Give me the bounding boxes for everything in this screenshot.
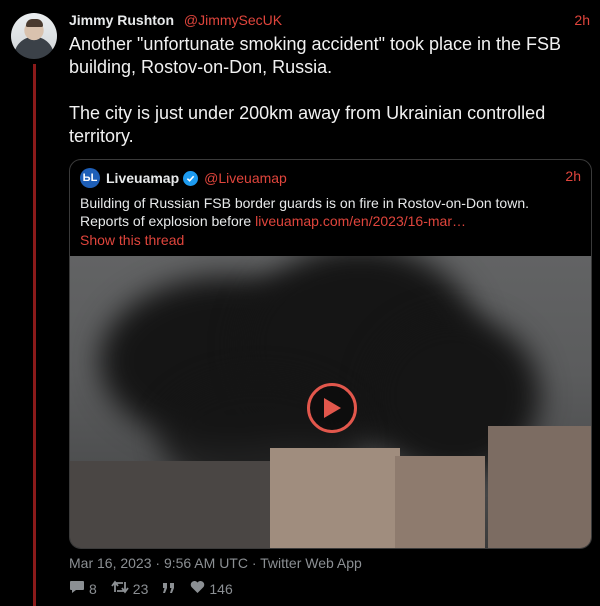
verified-badge-icon <box>183 170 199 186</box>
quote-button[interactable] <box>162 581 176 597</box>
quote-icon <box>162 581 176 597</box>
like-button[interactable]: 146 <box>190 580 233 597</box>
tweet-meta: Mar 16, 2023 · 9:56 AM UTC · Twitter Web… <box>69 555 362 571</box>
reply-icon <box>69 580 85 597</box>
video-thumbnail[interactable] <box>70 256 591 548</box>
author-handle[interactable]: @JimmySecUK <box>184 12 282 28</box>
like-count: 146 <box>209 580 233 597</box>
avatar[interactable] <box>11 13 57 59</box>
author-name[interactable]: Jimmy Rushton <box>69 12 174 28</box>
retweet-count: 23 <box>132 580 149 597</box>
thread-line <box>33 64 36 606</box>
quoted-text: Building of Russian FSB border guards is… <box>80 194 581 230</box>
tweet-header: Jimmy Rushton @JimmySecUK 2h <box>69 12 590 32</box>
quoted-author-name[interactable]: Liveuamap <box>106 170 179 186</box>
play-icon[interactable] <box>307 383 357 433</box>
retweet-icon <box>111 580 129 597</box>
show-thread-link[interactable]: Show this thread <box>80 232 184 248</box>
reply-count: 8 <box>89 580 97 597</box>
liveuamap-logo-icon: ЬL <box>80 168 100 188</box>
heart-icon <box>190 580 205 597</box>
quoted-link[interactable]: liveuamap.com/en/2023/16-mar… <box>255 213 466 229</box>
reply-button[interactable]: 8 <box>69 580 97 597</box>
quoted-time[interactable]: 2h <box>565 168 581 184</box>
retweet-button[interactable]: 23 <box>111 580 149 597</box>
tweet-time[interactable]: 2h <box>574 12 590 28</box>
quoted-tweet[interactable]: ЬL Liveuamap @Liveuamap 2h Building of R… <box>69 159 592 549</box>
tweet-actions: 8 23 146 <box>69 580 233 597</box>
quoted-tweet-header: ЬL Liveuamap @Liveuamap 2h <box>80 168 581 188</box>
tweet-text: Another "unfortunate smoking accident" t… <box>69 34 562 146</box>
quoted-author-handle[interactable]: @Liveuamap <box>204 170 287 186</box>
